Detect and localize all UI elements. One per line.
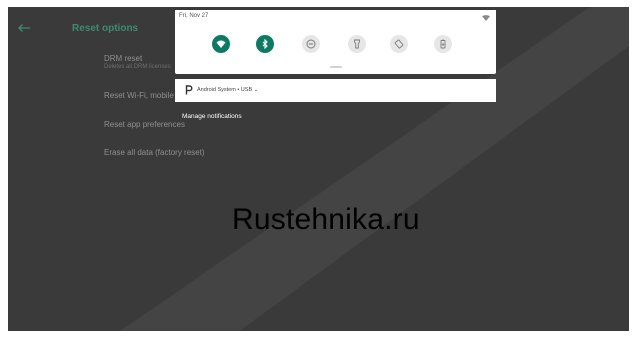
setting-reset-app-preferences[interactable]: Reset app preferences [104,120,185,129]
quick-settings-panel: Fri, Nov 27 [175,10,496,74]
setting-drm-reset[interactable]: DRM reset [104,54,142,63]
back-arrow-icon[interactable] [17,23,31,33]
date-label: Fri, Nov 27 [179,13,209,19]
wifi-icon [216,40,226,48]
do-not-disturb-tile[interactable] [302,35,320,53]
auto-rotate-tile[interactable] [390,35,408,53]
auto-rotate-icon [394,39,404,49]
setting-factory-reset[interactable]: Erase all data (factory reset) [104,148,204,157]
setting-drm-reset-description: Deletes all DRM licenses [104,64,171,70]
battery-saver-tile[interactable] [434,35,452,53]
flashlight-icon [354,39,360,49]
drag-handle[interactable] [330,66,342,68]
notification-text: Android System • USB ⌄ [197,87,259,93]
do-not-disturb-icon [306,39,316,49]
manage-notifications-button[interactable]: Manage notifications [182,113,242,120]
battery-saver-icon [440,39,446,49]
bluetooth-tile[interactable] [256,35,274,53]
wifi-tile[interactable] [212,35,230,53]
usb-notification[interactable]: Android System • USB ⌄ [175,79,496,102]
wifi-status-icon [482,15,490,21]
flashlight-tile[interactable] [348,35,366,53]
watermark-text: Rustehnika.ru [232,203,420,236]
app-p-icon [185,85,193,95]
page-title: Reset options [72,23,139,34]
bluetooth-icon [262,39,268,49]
